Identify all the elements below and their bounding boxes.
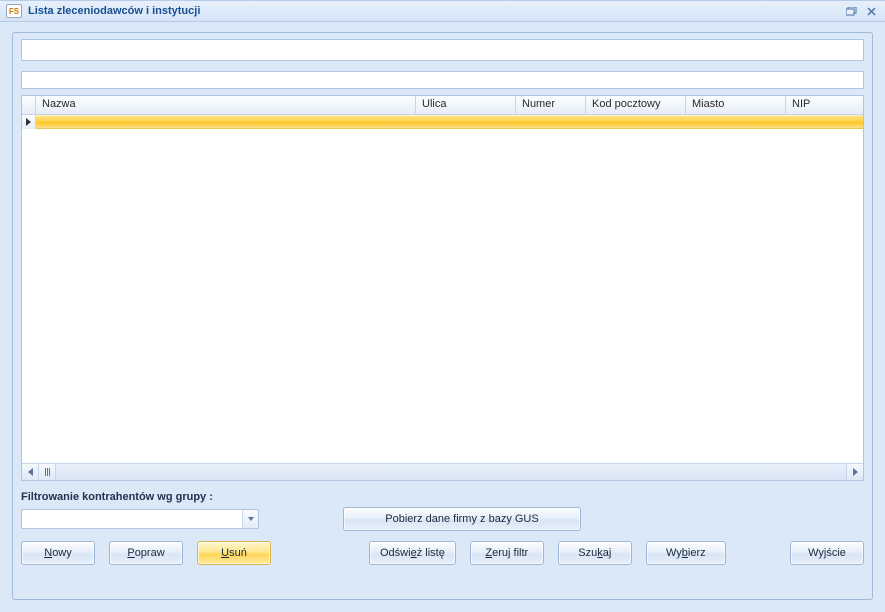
scroll-first-icon[interactable] — [39, 464, 56, 480]
grid-body[interactable] — [22, 115, 863, 463]
button-bar: Nowy Popraw Usuń Odśwież listę Zeruj fil… — [21, 541, 864, 565]
data-grid: Nazwa Ulica Numer Kod pocztowy Miasto NI… — [21, 95, 864, 481]
column-filter-input[interactable] — [21, 71, 864, 89]
scroll-right-icon[interactable] — [846, 464, 863, 480]
selected-row-highlight — [36, 115, 863, 129]
group-filter-input[interactable] — [22, 510, 242, 528]
client-area: Nazwa Ulica Numer Kod pocztowy Miasto NI… — [0, 22, 885, 612]
horizontal-scrollbar[interactable] — [22, 463, 863, 480]
col-kod-pocztowy[interactable]: Kod pocztowy — [586, 96, 686, 114]
filter-group-label: Filtrowanie kontrahentów wg grupy : — [21, 491, 864, 503]
col-miasto[interactable]: Miasto — [686, 96, 786, 114]
restore-icon[interactable] — [841, 3, 861, 19]
main-panel: Nazwa Ulica Numer Kod pocztowy Miasto NI… — [12, 32, 873, 600]
col-nip[interactable]: NIP — [786, 96, 863, 114]
zeruj-filtr-button[interactable]: Zeruj filtr — [470, 541, 544, 565]
grid-header[interactable]: Nazwa Ulica Numer Kod pocztowy Miasto NI… — [22, 96, 863, 115]
titlebar: FS Lista zleceniodawców i instytucji — [0, 0, 885, 22]
col-nazwa[interactable]: Nazwa — [36, 96, 416, 114]
gus-fetch-label: Pobierz dane firmy z bazy GUS — [385, 513, 538, 525]
gus-fetch-button[interactable]: Pobierz dane firmy z bazy GUS — [343, 507, 581, 531]
odswiez-button[interactable]: Odśwież listę — [369, 541, 456, 565]
window-title: Lista zleceniodawców i instytucji — [28, 5, 200, 17]
col-ulica[interactable]: Ulica — [416, 96, 516, 114]
szukaj-button[interactable]: Szukaj — [558, 541, 632, 565]
row-indicator-header — [22, 96, 36, 114]
current-row-indicator-icon — [22, 115, 36, 129]
chevron-down-icon[interactable] — [242, 510, 258, 528]
wybierz-button[interactable]: Wybierz — [646, 541, 726, 565]
scroll-left-icon[interactable] — [22, 464, 39, 480]
nowy-button[interactable]: Nowy — [21, 541, 95, 565]
close-icon[interactable] — [861, 3, 881, 19]
scroll-track[interactable] — [56, 464, 846, 480]
app-icon: FS — [6, 4, 22, 18]
usun-button[interactable]: Usuń — [197, 541, 271, 565]
col-numer[interactable]: Numer — [516, 96, 586, 114]
table-row[interactable] — [22, 115, 863, 129]
popraw-button[interactable]: Popraw — [109, 541, 183, 565]
group-filter-combo[interactable] — [21, 509, 259, 529]
wyjscie-button[interactable]: Wyjście — [790, 541, 864, 565]
search-input[interactable] — [21, 39, 864, 61]
